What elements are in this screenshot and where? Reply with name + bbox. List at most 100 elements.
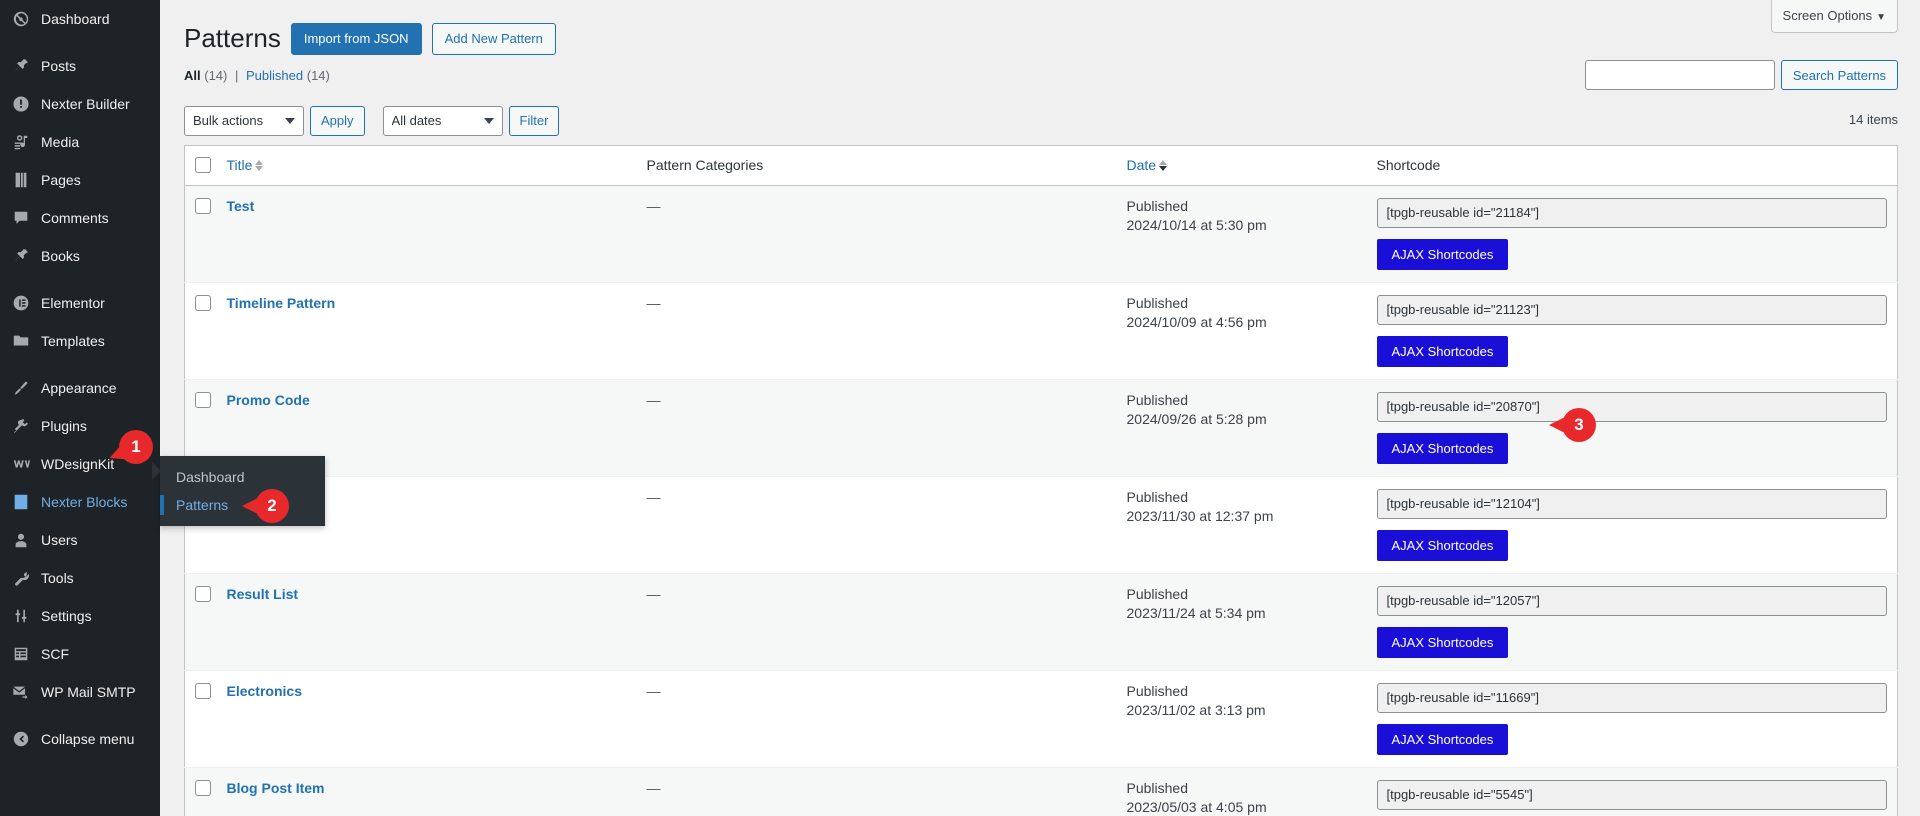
row-categories-cell: — (646, 572, 1127, 671)
shortcode-input[interactable] (1376, 682, 1888, 713)
filter-link-published[interactable]: Published (246, 68, 303, 83)
pattern-title-link[interactable]: Timeline Pattern (227, 295, 336, 311)
ajax-shortcodes-button[interactable]: AJAX Shortcodes (1376, 723, 1509, 755)
table-header-row: Title Pattern Categories Date Shortcode (184, 145, 1898, 186)
sidebar-item-label: Comments (41, 209, 109, 226)
sidebar-item-label: Collapse menu (41, 730, 135, 747)
column-header-checkbox (184, 145, 227, 186)
exclamation-square-icon (11, 492, 31, 512)
pattern-date-status: Published (1126, 391, 1189, 408)
bulk-actions-select[interactable]: Bulk actions (184, 105, 304, 136)
sidebar-item-nexter-blocks[interactable]: Nexter Blocks (0, 483, 160, 521)
sidebar-item-posts[interactable]: Posts (0, 47, 160, 85)
add-new-pattern-button[interactable]: Add New Pattern (431, 22, 556, 56)
pattern-date-status: Published (1126, 682, 1189, 699)
pattern-title-link[interactable]: Test (227, 198, 255, 214)
ajax-shortcodes-button[interactable]: AJAX Shortcodes (1376, 335, 1509, 367)
pattern-date-value: 2024/10/09 at 4:56 pm (1126, 313, 1267, 330)
select-all-checkbox[interactable] (195, 157, 211, 174)
table-body: Test — Published 2024/10/14 at 5:30 pm AJAX … (184, 185, 1898, 816)
screen-options-label: Screen Options (1782, 8, 1873, 23)
pages-icon (11, 170, 31, 190)
sidebar-item-books[interactable]: Books (0, 237, 160, 275)
exclamation-circle-icon (11, 94, 31, 114)
row-checkbox[interactable] (195, 197, 211, 214)
import-from-json-button[interactable]: Import from JSON (290, 22, 422, 56)
sidebar-item-scf[interactable]: SCF (0, 635, 160, 673)
sidebar-item-label: WDesignKit (41, 455, 115, 472)
shortcode-input[interactable] (1376, 294, 1888, 325)
folder-icon (11, 331, 31, 351)
sidebar-item-comments[interactable]: Comments (0, 199, 160, 237)
row-checkbox[interactable] (195, 682, 211, 699)
main-content: Screen Options ▼ Patterns Import from JSO… (160, 0, 1920, 816)
filter-button[interactable]: Filter (508, 105, 560, 136)
ajax-shortcodes-button[interactable]: AJAX Shortcodes (1376, 238, 1509, 270)
pattern-title-link[interactable]: Blog Post Item (227, 780, 325, 796)
pattern-categories-value: — (646, 488, 661, 505)
sidebar-item-elementor[interactable]: Elementor (0, 284, 160, 322)
ajax-shortcodes-button[interactable]: AJAX Shortcodes (1376, 626, 1509, 658)
column-header-shortcode: Shortcode (1376, 145, 1898, 186)
row-checkbox[interactable] (195, 391, 211, 408)
pattern-categories-value: — (646, 391, 661, 408)
row-shortcode-cell: AJAX Shortcodes (1376, 185, 1898, 282)
sidebar-item-label: Posts (41, 57, 77, 74)
row-checkbox[interactable] (195, 779, 211, 796)
shortcode-input[interactable] (1376, 779, 1888, 810)
ajax-shortcodes-button[interactable]: AJAX Shortcodes (1376, 432, 1509, 464)
shortcode-input[interactable] (1376, 488, 1888, 519)
table-row: Timeline Pattern — Published 2024/10/09 at … (184, 281, 1898, 380)
wrench-icon (11, 568, 31, 588)
sidebar-item-wp-mail-smtp[interactable]: WP Mail SMTP (0, 673, 160, 711)
sidebar-item-label: Templates (41, 332, 105, 349)
admin-sidebar: Dashboard Posts Nexter Builder Media Pages Co… (0, 0, 160, 816)
sidebar-separator (0, 275, 160, 284)
row-shortcode-cell: AJAX Shortcodes (1376, 475, 1898, 574)
sidebar-item-media[interactable]: Media (0, 123, 160, 161)
row-title-cell: Test (227, 185, 647, 282)
sidebar-item-collapse-menu[interactable]: Collapse menu (0, 720, 160, 758)
search-area: Search Patterns (1584, 60, 1899, 90)
search-patterns-button[interactable]: Search Patterns (1780, 60, 1899, 90)
filter-link-all[interactable]: All (184, 68, 201, 83)
pattern-categories-value: — (646, 294, 661, 311)
sidebar-item-tools[interactable]: Tools (0, 559, 160, 597)
sidebar-item-label: Pages (41, 171, 81, 188)
pattern-title-link[interactable]: Result List (227, 586, 299, 602)
sidebar-item-users[interactable]: Users (0, 521, 160, 559)
search-input[interactable] (1584, 60, 1775, 90)
table-navigation-top: Bulk actions Apply All dates Filter 14 i… (184, 105, 1898, 137)
table-row: Electronics — Published 2023/11/02 at 3:13 … (184, 669, 1898, 768)
sidebar-item-dashboard[interactable]: Dashboard (0, 0, 160, 38)
flyout-pointer (152, 462, 161, 480)
grid-table-icon (11, 644, 31, 664)
apply-button[interactable]: Apply (310, 105, 365, 136)
user-icon (11, 530, 31, 550)
ajax-shortcodes-button[interactable]: AJAX Shortcodes (1376, 529, 1509, 561)
sidebar-item-nexter-builder[interactable]: Nexter Builder (0, 85, 160, 123)
sidebar-item-appearance[interactable]: Appearance (0, 369, 160, 407)
row-checkbox-cell (185, 185, 227, 282)
sidebar-item-settings[interactable]: Settings (0, 597, 160, 635)
sidebar-item-pages[interactable]: Pages (0, 161, 160, 199)
shortcode-input[interactable] (1376, 197, 1888, 228)
all-dates-select[interactable]: All dates (382, 105, 503, 136)
row-shortcode-cell: AJAX Shortcodes (1376, 572, 1898, 671)
sidebar-item-templates[interactable]: Templates (0, 322, 160, 360)
filter-separator: | (235, 67, 239, 83)
sidebar-item-label: Tools (41, 569, 74, 586)
pattern-title-link[interactable]: Electronics (227, 683, 302, 699)
row-checkbox[interactable] (195, 294, 211, 311)
sort-title-link[interactable]: Title (227, 157, 264, 173)
sort-date-link[interactable]: Date (1127, 157, 1168, 173)
row-checkbox[interactable] (195, 585, 211, 602)
screen-options-toggle[interactable]: Screen Options ▼ (1770, 0, 1899, 33)
shortcode-input[interactable] (1376, 585, 1888, 616)
submenu-item-dashboard[interactable]: Dashboard (160, 463, 325, 491)
shortcode-input[interactable] (1376, 391, 1888, 422)
table-head: Title Pattern Categories Date Shortcode (184, 145, 1898, 186)
pattern-date-value: 2023/11/24 at 5:34 pm (1126, 604, 1266, 621)
table-row: Test — Published 2024/10/14 at 5:30 pm AJAX … (184, 185, 1898, 283)
pattern-title-link[interactable]: Promo Code (227, 392, 310, 408)
